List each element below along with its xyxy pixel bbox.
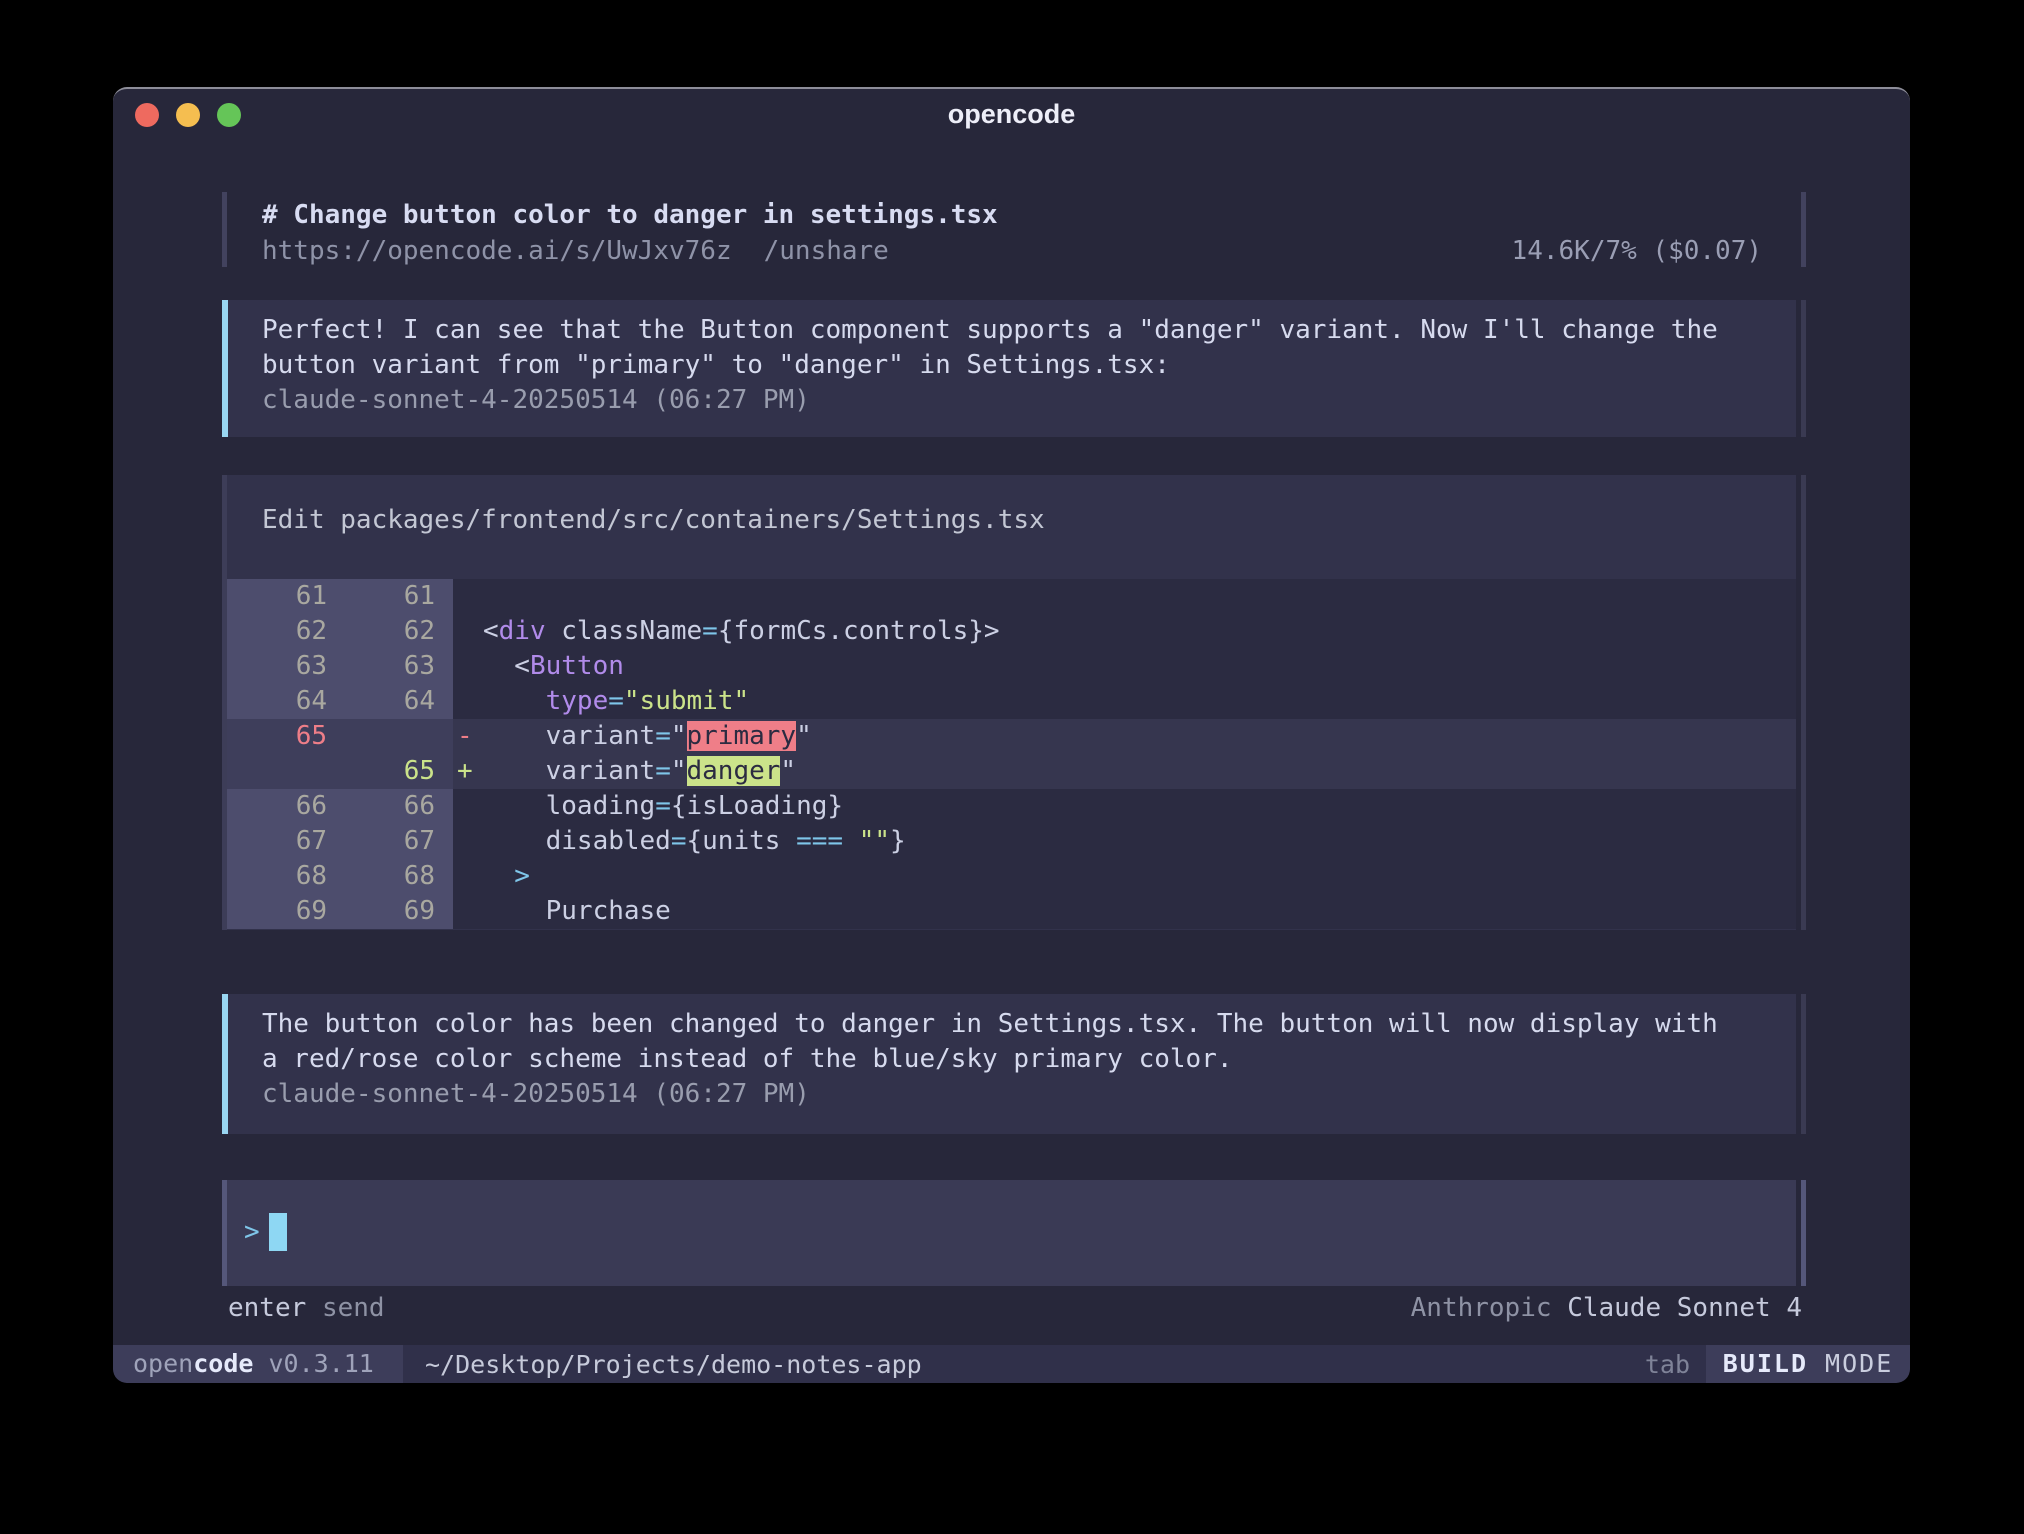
model-name: Claude Sonnet 4: [1567, 1293, 1802, 1323]
message-accent-bar: [222, 300, 228, 437]
session-title: # Change button color to danger in setti…: [262, 197, 1796, 233]
input-left-border: [222, 1180, 227, 1286]
share-url[interactable]: https://opencode.ai/s/UwJxv76z: [262, 236, 732, 266]
diff-table: 61616262<div className={formCs.controls}…: [222, 579, 1796, 929]
diff-row: 6666 loading={isLoading}: [222, 789, 1796, 824]
title-bar: opencode: [113, 89, 1910, 139]
diff-row: 65- variant="primary": [222, 719, 1796, 754]
model-provider: Anthropic: [1411, 1293, 1552, 1323]
edit-file-header: Edit packages/frontend/src/containers/Se…: [222, 505, 1796, 535]
window-title: opencode: [113, 99, 1910, 130]
diff-row: 6969 Purchase: [222, 894, 1796, 929]
assistant-message: Perfect! I can see that the Button compo…: [222, 300, 1796, 437]
message-text-line: Perfect! I can see that the Button compo…: [262, 313, 1796, 348]
mode-name: BUILD: [1723, 1349, 1808, 1378]
message-model-meta: claude-sonnet-4-20250514 (06:27 PM): [262, 1077, 1796, 1112]
opencode-window: opencode # Change button color to danger…: [113, 87, 1910, 1383]
message-right-border: [1801, 300, 1806, 437]
app-name-open: open: [133, 1349, 193, 1378]
message-right-border: [1801, 994, 1806, 1134]
text-cursor: [269, 1213, 287, 1251]
diff-row: 6161: [222, 579, 1796, 614]
prompt-chevron: >: [244, 1217, 260, 1247]
app-name-code: code: [193, 1349, 253, 1378]
diff-row: 6363 <Button: [222, 649, 1796, 684]
diff-row: 6262<div className={formCs.controls}>: [222, 614, 1796, 649]
assistant-message: The button color has been changed to dan…: [222, 994, 1796, 1134]
enter-key-hint: enter: [228, 1293, 306, 1323]
prompt-input[interactable]: >: [222, 1180, 1796, 1286]
diff-row: 6767 disabled={units === ""}: [222, 824, 1796, 859]
edit-tool-card: Edit packages/frontend/src/containers/Se…: [222, 475, 1796, 930]
tab-key-hint: tab: [1645, 1350, 1690, 1379]
message-model-meta: claude-sonnet-4-20250514 (06:27 PM): [262, 383, 1796, 418]
session-right-border: [1801, 192, 1806, 267]
message-text-line: The button color has been changed to dan…: [262, 1007, 1796, 1042]
mode-badge: BUILD MODE: [1706, 1345, 1910, 1383]
message-text-line: a red/rose color scheme instead of the b…: [262, 1042, 1796, 1077]
mode-suffix: MODE: [1808, 1349, 1893, 1378]
status-bar: opencode v0.3.11 ~/Desktop/Projects/demo…: [113, 1345, 1910, 1383]
app-version-segment: opencode v0.3.11: [113, 1345, 403, 1383]
context-stats: 14.6K/7% ($0.07): [1512, 233, 1762, 269]
edit-right-border: [1801, 475, 1806, 930]
input-right-border: [1801, 1180, 1806, 1286]
hint-row: enter send Anthropic Claude Sonnet 4: [113, 1292, 1910, 1324]
send-action-hint: send: [322, 1293, 385, 1323]
message-accent-bar: [222, 994, 228, 1134]
session-header: # Change button color to danger in setti…: [222, 192, 1796, 267]
diff-row: 6464 type="submit": [222, 684, 1796, 719]
diff-row: 65+ variant="danger": [222, 754, 1796, 789]
unshare-command: /unshare: [764, 236, 889, 266]
diff-row: 6868 >: [222, 859, 1796, 894]
message-text-line: button variant from "primary" to "danger…: [262, 348, 1796, 383]
app-version: v0.3.11: [253, 1349, 373, 1378]
session-left-border: [222, 192, 227, 267]
working-directory: ~/Desktop/Projects/demo-notes-app: [425, 1350, 922, 1379]
edit-left-border: [222, 475, 227, 930]
